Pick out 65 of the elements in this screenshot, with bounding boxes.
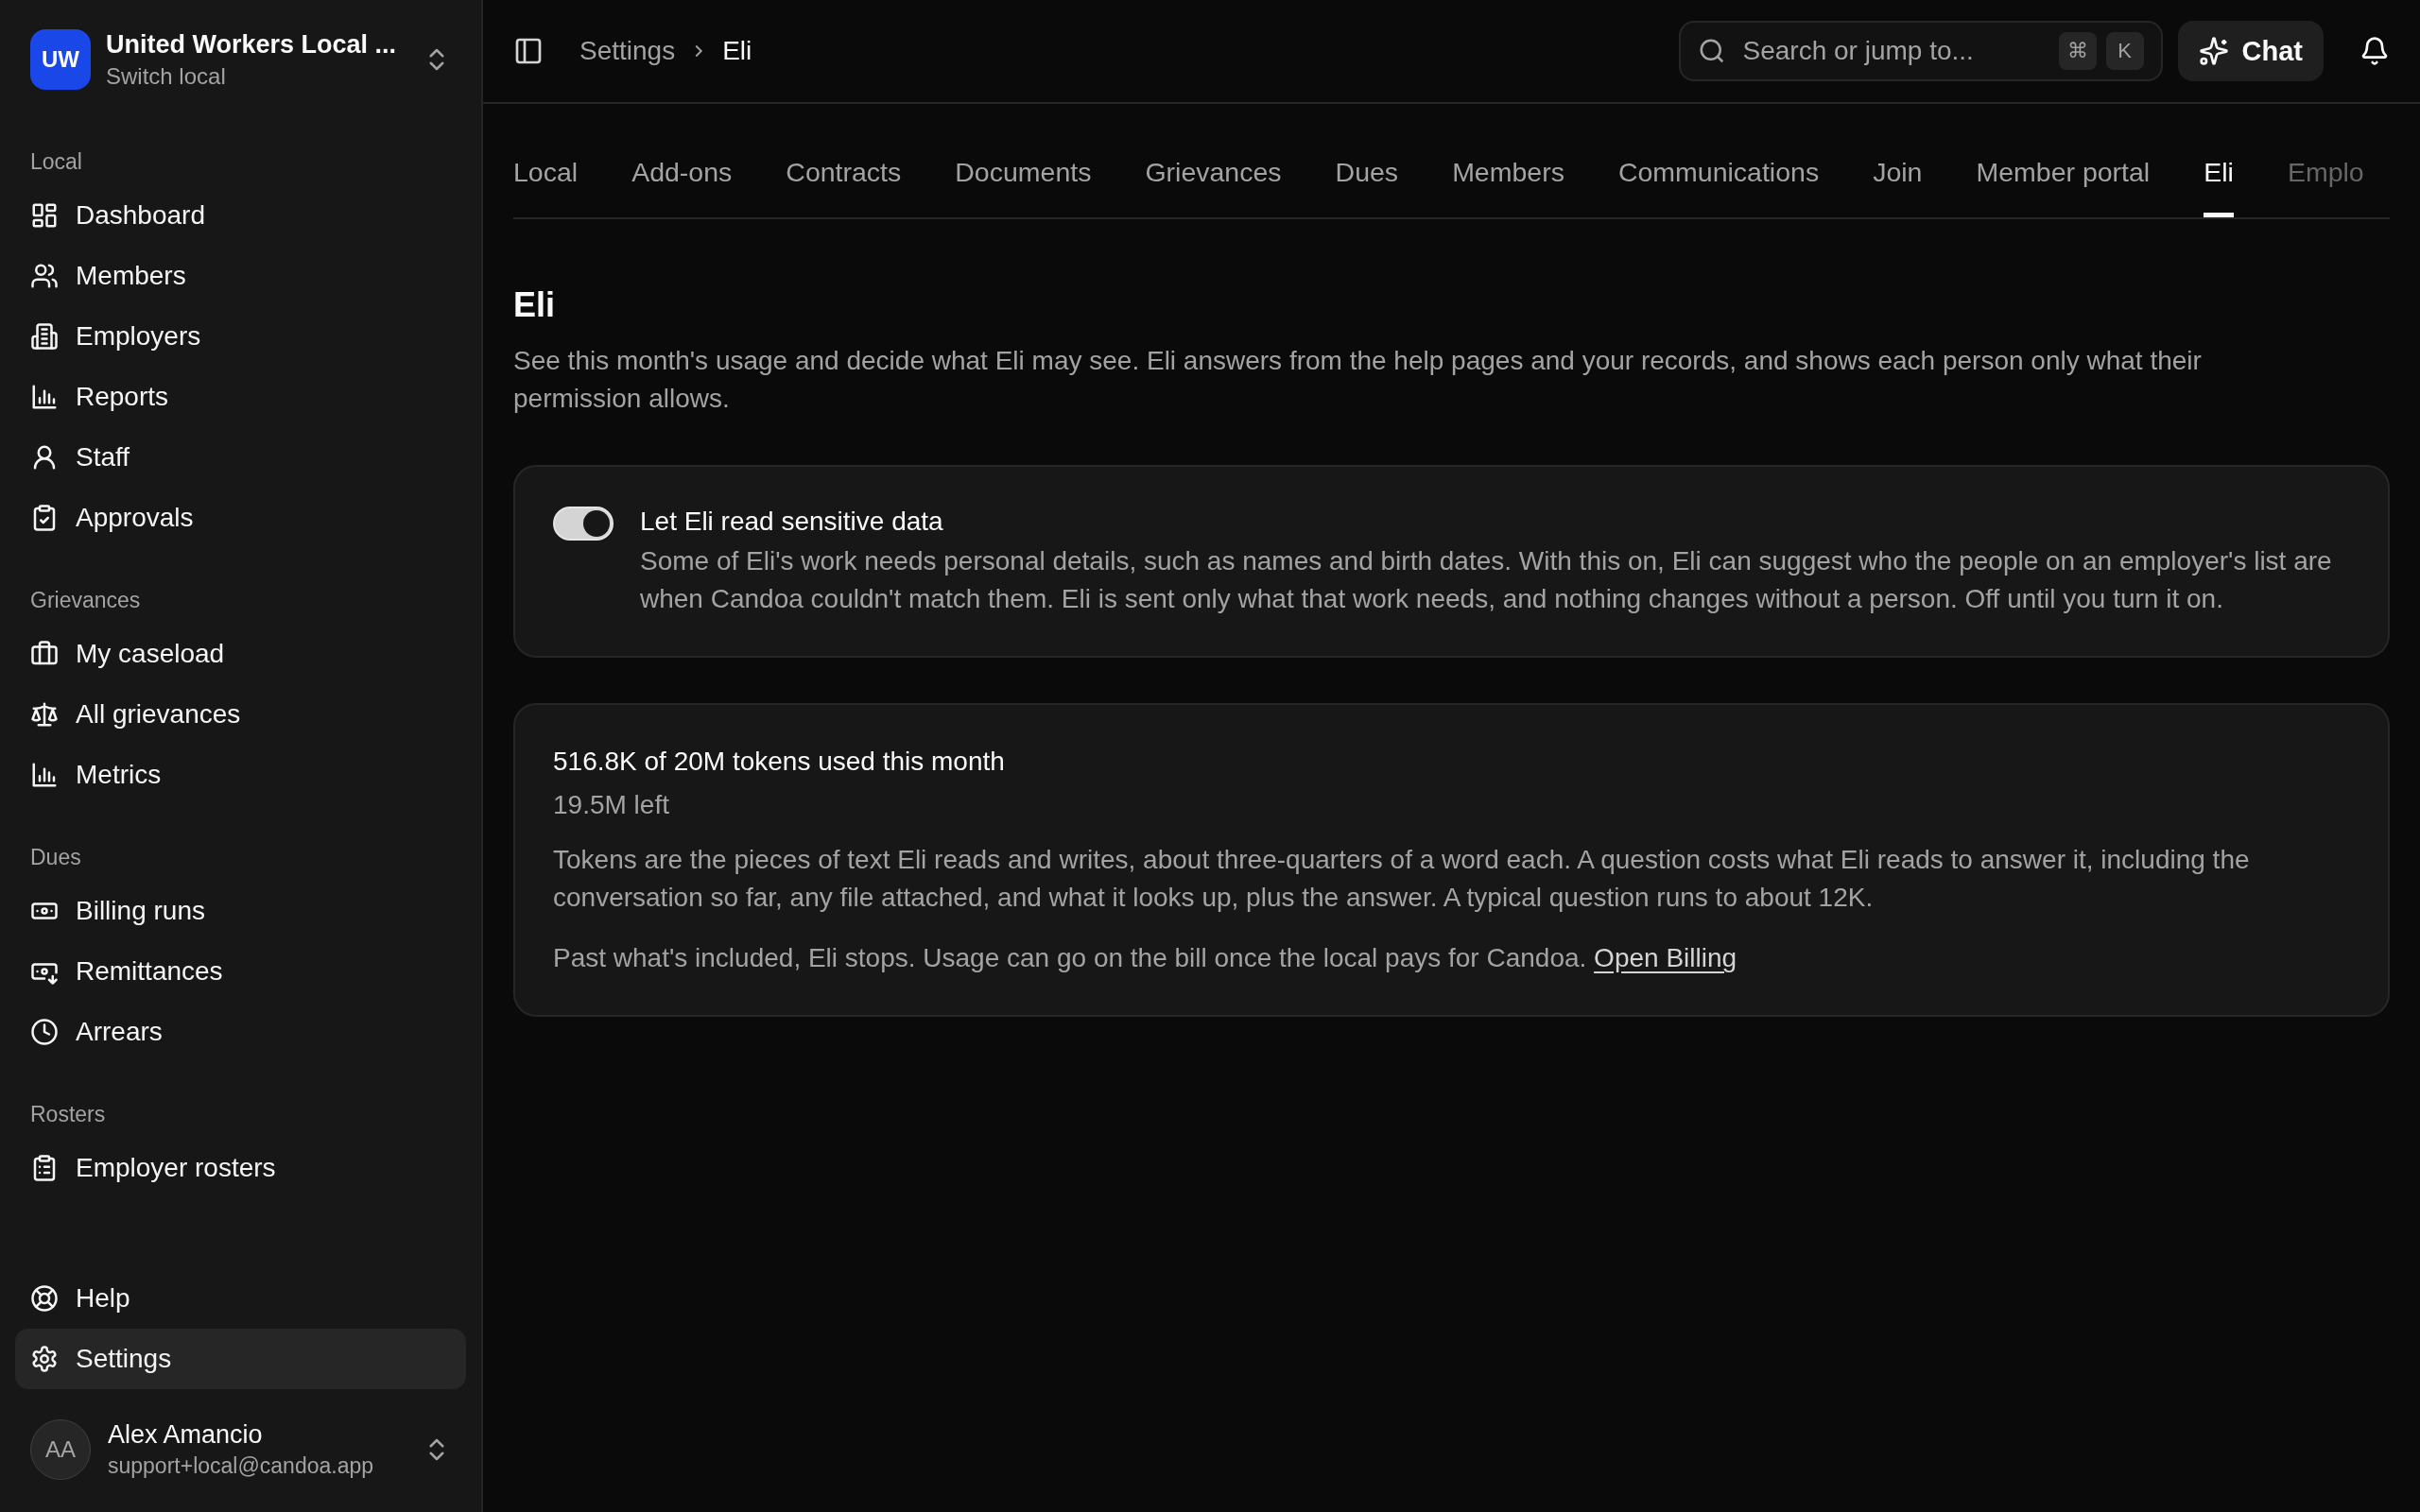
usage-summary: 516.8K of 20M tokens used this month: [553, 746, 1005, 778]
nav-item[interactable]: All grievances: [15, 684, 466, 745]
settings-tab[interactable]: Contracts: [786, 157, 902, 217]
sparkle-icon: [2198, 36, 2229, 66]
page-title: Eli: [513, 285, 556, 325]
page-description: See this month's usage and decide what Eli may see. Eli answers from the help pages and your records, and shows each person only what their permission allows.: [513, 345, 2203, 415]
keyboard-key: K: [2105, 32, 2144, 70]
nav-item[interactable]: Staff: [15, 427, 466, 488]
workspace-subtitle: Switch local: [106, 62, 226, 90]
nav-item[interactable]: Billing runs: [15, 881, 466, 941]
search-input[interactable]: Search or jump to...: [1735, 35, 2049, 67]
nav-item[interactable]: Remittances: [15, 941, 466, 1002]
tokens-remaining: 19.5M left: [553, 789, 669, 821]
sidebar-toggle-icon[interactable]: [513, 36, 544, 66]
usage-explanation: Tokens are the pieces of text Eli reads and writes, about three-quarters of a word each. A question costs what Eli reads to answer it, including the conversation so far, any file attached, and what it looks up, plus the answer. A typical question runs to about 12K.: [553, 844, 2251, 914]
user-email: support+local@candoa.app: [108, 1453, 374, 1479]
settings-tab[interactable]: Grievances: [1145, 157, 1282, 217]
breadcrumb-link[interactable]: Settings: [579, 36, 676, 66]
section-label: Grievances: [29, 587, 142, 614]
clock-icon: [30, 1018, 59, 1046]
settings-tab[interactable]: Add-ons: [631, 157, 733, 217]
settings-tab[interactable]: Local: [513, 157, 579, 217]
workspace-name[interactable]: United Workers Local ...: [106, 29, 397, 60]
settings-tab[interactable]: Communications: [1617, 157, 1820, 217]
settings-tab[interactable]: Documents: [955, 157, 1092, 217]
settings-icon: [30, 1345, 59, 1373]
users-icon: [30, 262, 59, 290]
nav-item[interactable]: Employer rosters: [15, 1138, 466, 1198]
settings-tab[interactable]: Dues: [1335, 157, 1399, 217]
setting-label: Let Eli read sensitive data: [640, 506, 943, 538]
nav-item[interactable]: Settings: [15, 1329, 466, 1389]
nav-item[interactable]: Members: [15, 246, 466, 306]
section-label: Local: [29, 148, 83, 176]
open-billing-link[interactable]: Open Billing: [1594, 943, 1737, 972]
settings-tab[interactable]: Eli: [2204, 157, 2234, 217]
nav-item[interactable]: Approvals: [15, 488, 466, 548]
nav-item[interactable]: Reports: [15, 367, 466, 427]
nav-item[interactable]: Dashboard: [15, 185, 466, 246]
bar-chart-icon: [30, 761, 59, 789]
life-buoy-icon: [30, 1284, 59, 1313]
building-icon: [30, 322, 59, 351]
chat-button[interactable]: Chat: [2177, 21, 2324, 81]
notification-bell-icon[interactable]: [2360, 36, 2390, 66]
breadcrumb-link[interactable]: Eli: [722, 36, 752, 66]
nav-item[interactable]: Employers: [15, 306, 466, 367]
toggle-switch[interactable]: [553, 507, 614, 541]
section-label: Rosters: [29, 1101, 107, 1128]
user-avatar: AA: [30, 1419, 91, 1480]
search-field[interactable]: Search or jump to... ⌘ K: [1678, 21, 2163, 81]
workspace-avatar: UW: [30, 29, 91, 90]
scale-icon: [30, 700, 59, 729]
settings-tab[interactable]: Members: [1452, 157, 1564, 217]
setting-description: Some of Eli's work needs personal details, such as names and birth dates. With this on, Eli can suggest who the people on an employer's list are when Candoa couldn't match them. Eli is sent only what that work needs, and nothing changes without a person. Off until you turn it on.: [640, 545, 2333, 615]
settings-tab[interactable]: Join: [1873, 157, 1923, 217]
nav-item[interactable]: My caseload: [15, 624, 466, 684]
settings-tab[interactable]: Member portal: [1976, 157, 2151, 217]
grid-icon: [30, 201, 59, 230]
billing-note: Past what's included, Eli stops. Usage can go on the bill once the local pays for Candoa. Open Billing: [553, 942, 1737, 974]
nav-item[interactable]: Arrears: [15, 1002, 466, 1062]
keyboard-key: ⌘: [2058, 32, 2097, 70]
user-name[interactable]: Alex Amancio: [108, 1420, 263, 1450]
section-label: Dues: [29, 844, 82, 871]
nav-item[interactable]: Help: [15, 1268, 466, 1329]
bar-chart-icon: [30, 383, 59, 411]
nav-item[interactable]: Metrics: [15, 745, 466, 805]
